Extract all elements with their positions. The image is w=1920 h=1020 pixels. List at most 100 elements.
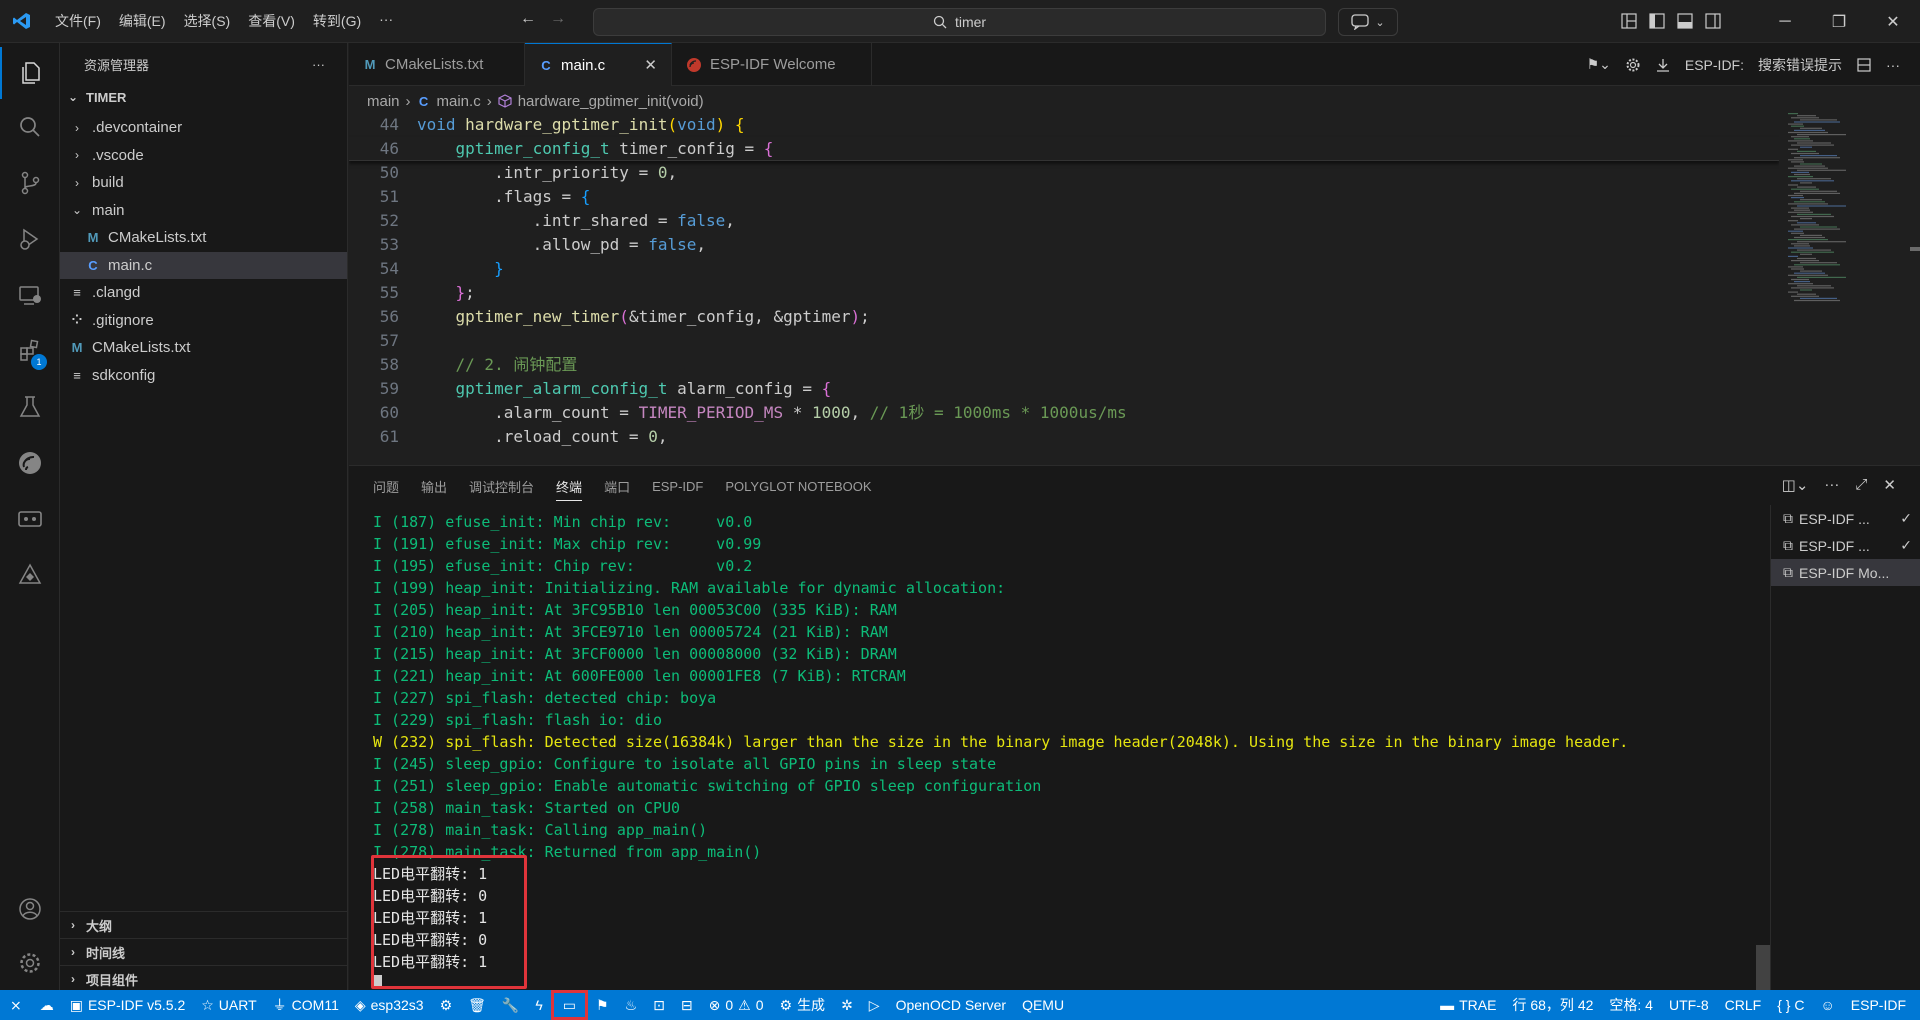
target-chip[interactable]: ◈ esp32s3 [347, 990, 432, 1020]
minimap[interactable] [1780, 113, 1920, 465]
debug-icon[interactable]: ⚑ [588, 990, 617, 1020]
tree-item[interactable]: Cmain.c [60, 251, 347, 279]
search-icon[interactable] [0, 101, 60, 153]
workspace-root[interactable]: ⌄ TIMER [60, 86, 347, 108]
breadcrumb-symbol[interactable]: hardware_gptimer_init(void) [518, 93, 704, 110]
tab-terminal[interactable]: 终端 [556, 477, 583, 501]
tree-item[interactable]: M CMakeLists.txt [60, 334, 347, 362]
remote-indicator-icon[interactable]: ⨯ [0, 990, 32, 1020]
tree-item[interactable]: ⌄ main [60, 197, 347, 225]
tree-item[interactable]: › .vscode [60, 142, 347, 170]
remote-explorer-icon[interactable] [0, 269, 60, 321]
restore-icon[interactable]: ❐ [1812, 0, 1866, 43]
forward-arrow-icon[interactable]: → [550, 10, 566, 28]
timeline-section[interactable]: › 时间线 [60, 938, 348, 965]
toggle-secondary-sidebar-icon[interactable] [1704, 12, 1722, 30]
command-center-search[interactable]: timer [593, 8, 1326, 36]
code-editor[interactable]: 44 void hardware_gptimer_init(void) { 46 … [349, 113, 1779, 465]
tab-problems[interactable]: 问题 [373, 477, 399, 496]
download-icon[interactable] [1655, 57, 1671, 73]
close-tab-icon[interactable]: ✕ [644, 56, 657, 74]
close-panel-icon[interactable]: ✕ [1883, 476, 1896, 494]
menu-edit[interactable]: 编辑(E) [111, 7, 174, 35]
outline-section[interactable]: › 大纲 [60, 911, 348, 938]
esp-idf-explorer-icon[interactable] [0, 549, 60, 601]
esp-idf-version[interactable]: ▣ ESP-IDF v5.5.2 [62, 990, 194, 1020]
problems-indicator[interactable]: ⊗ 0 ⚠ 0 [701, 990, 772, 1020]
testing-icon[interactable] [0, 381, 60, 433]
encoding[interactable]: UTF-8 [1661, 990, 1717, 1020]
tab-esp-idf-welcome[interactable]: ESP-IDF Welcome [672, 43, 872, 86]
customize-layout-icon[interactable] [1620, 12, 1638, 30]
monitor-icon[interactable]: ▭ [550, 990, 589, 1020]
tree-item[interactable]: ≡ .clangd [60, 279, 347, 307]
menu-more[interactable]: ··· [371, 7, 401, 35]
tab-esp-idf[interactable]: ESP-IDF [652, 479, 703, 494]
more-actions-icon[interactable]: ··· [1886, 57, 1900, 73]
esp-idf-status[interactable]: ESP-IDF [1843, 990, 1920, 1020]
build-icon[interactable]: 🔧 [494, 990, 527, 1020]
menu-file[interactable]: 文件(F) [47, 7, 109, 35]
esp-idf-icon[interactable] [0, 437, 60, 489]
terminal-instance[interactable]: ⧉ ESP-IDF ... ✓ [1771, 532, 1920, 559]
source-control-icon[interactable] [0, 157, 60, 209]
minimize-icon[interactable]: ─ [1758, 0, 1812, 43]
terminal-scrollbar[interactable] [1756, 945, 1770, 990]
gear-icon[interactable] [1625, 57, 1641, 73]
build-flash-monitor-icon[interactable]: ♨ [617, 990, 646, 1020]
menu-go[interactable]: 转到(G) [305, 7, 369, 35]
full-clean-icon[interactable]: 🗑 [460, 990, 494, 1020]
tree-item[interactable]: ≡ sdkconfig [60, 362, 347, 390]
terminal-icon[interactable]: ⊡ [645, 990, 673, 1020]
trae-indicator[interactable]: ▬ TRAE [1432, 990, 1504, 1020]
flash-icon[interactable]: ϟ [527, 990, 550, 1020]
breadcrumb-folder[interactable]: main [367, 93, 400, 110]
back-arrow-icon[interactable]: ← [520, 10, 536, 28]
tree-item[interactable]: ⁘ .gitignore [60, 307, 347, 335]
more-actions-icon[interactable]: ··· [1824, 476, 1839, 494]
breadcrumb-file[interactable]: main.c [437, 93, 481, 110]
line-ending[interactable]: CRLF [1717, 990, 1770, 1020]
tab-polyglot-notebook[interactable]: POLYGLOT NOTEBOOK [725, 479, 871, 494]
sdk-config-icon[interactable]: ⚙ [432, 990, 461, 1020]
uart-flash-method[interactable]: ☆ UART [193, 990, 264, 1020]
toggle-sidebar-icon[interactable] [1648, 12, 1666, 30]
run-debug-dropdown-icon[interactable]: ⚑⌄ [1587, 56, 1611, 73]
tree-item[interactable]: › build [60, 169, 347, 197]
more-actions-icon[interactable]: ··· [312, 57, 325, 72]
tree-item[interactable]: › .devcontainer [60, 114, 347, 142]
copilot-icon[interactable]: ☺ [1812, 990, 1842, 1020]
tab-output[interactable]: 输出 [421, 477, 447, 496]
explorer-icon[interactable] [0, 47, 60, 99]
extensions-icon[interactable]: 1 [0, 325, 60, 377]
account-icon[interactable] [0, 883, 60, 935]
build-button[interactable]: ⚙ 生成 [772, 990, 834, 1020]
chat-button[interactable]: ⌄ [1338, 8, 1398, 36]
tab-debug-console[interactable]: 调试控制台 [469, 477, 534, 496]
menu-selection[interactable]: 选择(S) [176, 7, 239, 35]
split-editor-icon[interactable] [1856, 57, 1872, 73]
esp-idf-label[interactable]: ESP-IDF: [1685, 57, 1744, 73]
terminal-instance[interactable]: ⧉ ESP-IDF Mo... [1771, 559, 1920, 586]
serial-monitor-icon[interactable] [0, 493, 60, 545]
maximize-panel-icon[interactable]: ⤢ [1855, 476, 1867, 494]
split-terminal-icon[interactable]: ◫⌄ [1782, 476, 1809, 494]
terminal-output[interactable]: I (187) efuse_init: Min chip rev: v0.0 I … [373, 511, 1773, 991]
run-debug-icon[interactable] [0, 213, 60, 265]
tab-ports[interactable]: 端口 [604, 477, 630, 496]
toggle-panel-icon[interactable] [1676, 12, 1694, 30]
cursor-position[interactable]: 行 68，列 42 [1504, 990, 1601, 1020]
indentation[interactable]: 空格: 4 [1601, 990, 1661, 1020]
close-icon[interactable]: ✕ [1866, 0, 1920, 43]
tab-cmakelists[interactable]: M CMakeLists.txt [349, 43, 525, 86]
tree-item[interactable]: M CMakeLists.txt [60, 224, 347, 252]
cloud-icon[interactable]: ☁ [32, 990, 62, 1020]
qemu-button[interactable]: QEMU [1014, 990, 1072, 1020]
serial-port[interactable]: ⏚ COM11 [265, 990, 347, 1020]
open-panel-icon[interactable]: ⊟ [673, 990, 701, 1020]
tab-main-c[interactable]: C main.c ✕ [525, 43, 672, 86]
run-icon[interactable]: ▷ [861, 990, 888, 1020]
project-components-section[interactable]: › 项目组件 [60, 965, 348, 992]
search-error-hint[interactable]: 搜索错误提示 [1758, 55, 1842, 75]
settings-icon[interactable] [0, 937, 60, 989]
